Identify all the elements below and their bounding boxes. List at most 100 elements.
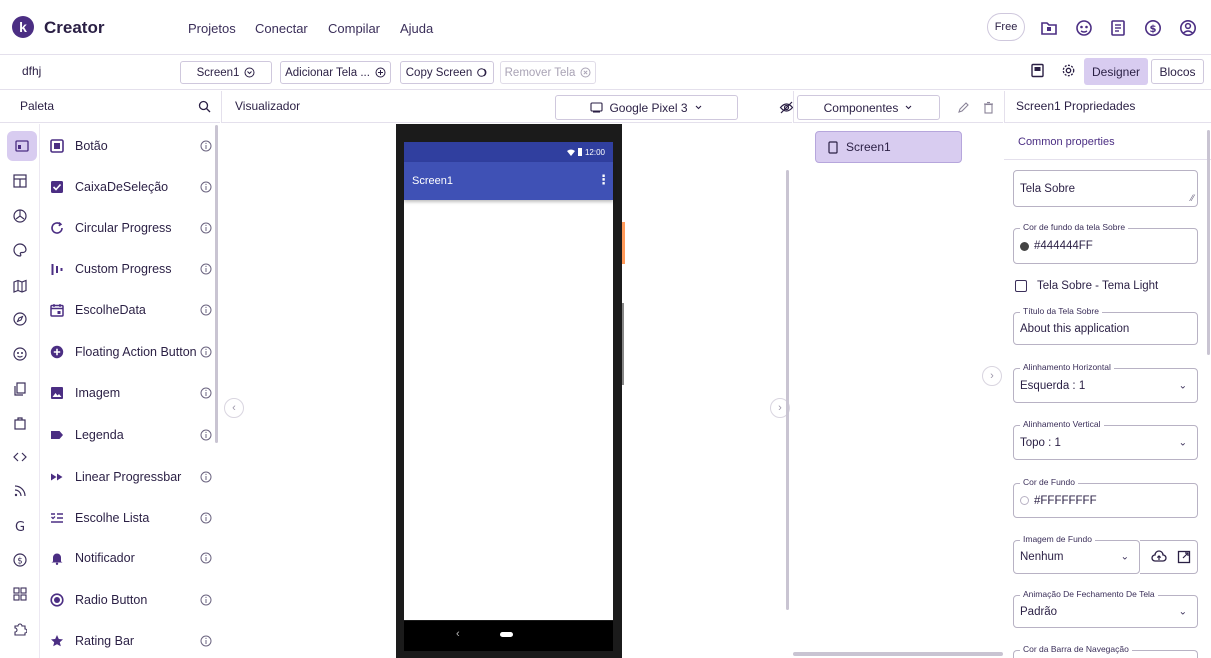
google-category-icon[interactable]: G	[9, 515, 31, 537]
bg-color-field[interactable]: Cor de Fundo #FFFFFFFF	[1013, 477, 1198, 518]
feed-category-icon[interactable]	[9, 480, 31, 502]
info-icon[interactable]	[199, 386, 213, 400]
menu-ajuda[interactable]: Ajuda	[400, 21, 433, 36]
sensors-category-icon[interactable]	[9, 308, 31, 330]
common-properties-link[interactable]: Common properties	[1018, 136, 1115, 148]
rename-pencil-icon[interactable]	[955, 99, 971, 115]
search-icon[interactable]	[196, 98, 212, 114]
palette-item[interactable]: Floating Action Button	[48, 340, 213, 364]
folder-import-icon[interactable]	[1039, 18, 1059, 38]
close-circle-icon	[580, 67, 591, 78]
code-category-icon[interactable]	[9, 446, 31, 468]
brand-name[interactable]: Creator	[44, 18, 104, 38]
expand-properties-icon[interactable]: ›	[982, 366, 1002, 386]
menu-conectar[interactable]: Conectar	[255, 21, 308, 36]
button-icon	[48, 137, 66, 155]
storage-category-icon[interactable]	[9, 378, 31, 400]
phone-screen[interactable]	[404, 142, 613, 620]
palette-item[interactable]: EscolheData	[48, 298, 213, 322]
info-icon[interactable]	[199, 180, 213, 194]
align-vertical-select[interactable]: Alinhamento Vertical Topo : 1 ⌄	[1013, 419, 1198, 460]
plan-badge[interactable]: Free	[987, 13, 1025, 41]
info-icon[interactable]	[199, 262, 213, 276]
palette-category-icon[interactable]	[9, 239, 31, 261]
info-icon[interactable]	[199, 470, 213, 484]
calendar-icon	[48, 301, 66, 319]
star-icon	[48, 632, 66, 650]
palette-item-label: Radio Button	[75, 593, 148, 607]
delete-trash-icon[interactable]	[980, 99, 996, 115]
info-icon[interactable]	[199, 345, 213, 359]
chevron-down-icon	[904, 103, 913, 112]
phone-power-button	[622, 222, 625, 264]
components-dropdown[interactable]: Componentes	[797, 95, 940, 120]
info-icon[interactable]	[199, 303, 213, 317]
layout-category-icon[interactable]	[9, 170, 31, 192]
field-label: Imagem de Fundo	[1020, 534, 1095, 544]
components-horizontal-scrollbar[interactable]	[793, 652, 1003, 656]
social-category-icon[interactable]	[9, 343, 31, 365]
device-select[interactable]: Google Pixel 3	[555, 95, 738, 120]
upload-cloud-icon[interactable]	[1150, 548, 1168, 566]
palette-item[interactable]: Radio Button	[48, 588, 213, 612]
blocks-tab[interactable]: Blocos	[1151, 59, 1204, 84]
palette-item[interactable]: Notificador	[48, 546, 213, 570]
docs-icon[interactable]	[1108, 18, 1128, 38]
maps-category-icon[interactable]	[9, 275, 31, 297]
companion-icon[interactable]	[1074, 18, 1094, 38]
component-tree-item[interactable]: Screen1	[815, 131, 962, 163]
palette-item[interactable]: Circular Progress	[48, 216, 213, 240]
info-icon[interactable]	[199, 593, 213, 607]
extension-category-icon[interactable]	[9, 618, 31, 640]
palette-item[interactable]: Escolhe Lista	[48, 506, 213, 530]
user-interface-category-icon[interactable]	[7, 131, 37, 161]
align-horizontal-select[interactable]: Alinhamento Horizontal Esquerda : 1 ⌄	[1013, 362, 1198, 403]
navbar-color-field[interactable]: Cor da Barra de Navegação	[1013, 644, 1198, 658]
open-external-icon[interactable]	[1175, 548, 1193, 566]
palette-scrollbar[interactable]	[215, 125, 218, 443]
info-icon[interactable]	[199, 139, 213, 153]
palette-item[interactable]: Imagem	[48, 381, 213, 405]
phone-app-bar: Screen1	[404, 162, 613, 200]
screen-select[interactable]: Screen1	[180, 61, 272, 84]
viewer-scrollbar[interactable]	[786, 170, 789, 610]
account-icon[interactable]	[1178, 18, 1198, 38]
info-icon[interactable]	[199, 511, 213, 525]
media-category-icon[interactable]	[9, 205, 31, 227]
light-theme-checkbox[interactable]	[1015, 280, 1027, 292]
dollar-icon[interactable]: $	[1143, 18, 1163, 38]
palette-item[interactable]: Custom Progress	[48, 257, 213, 281]
linear-progress-icon	[48, 468, 66, 486]
remove-screen-button[interactable]: Remover Tela	[500, 61, 596, 84]
about-bg-color-field[interactable]: Cor de fundo da tela Sobre #444444FF	[1013, 222, 1198, 264]
about-title-field[interactable]: Título da Tela Sobre About this applicat…	[1013, 306, 1198, 345]
menu-compilar[interactable]: Compilar	[328, 21, 380, 36]
copy-screen-button[interactable]: Copy Screen	[400, 61, 494, 84]
monetization-category-icon[interactable]: $	[9, 549, 31, 571]
palette-item[interactable]: Botão	[48, 134, 213, 158]
field-label: Cor de Fundo	[1020, 477, 1078, 487]
palette-item[interactable]: CaixaDeSeleção	[48, 175, 213, 199]
info-icon[interactable]	[199, 551, 213, 565]
add-screen-button[interactable]: Adicionar Tela ...	[280, 61, 391, 84]
palette-item[interactable]: Legenda	[48, 423, 213, 447]
close-animation-select[interactable]: Animação De Fechamento De Tela Padrão ⌄	[1013, 589, 1198, 628]
info-icon[interactable]	[199, 428, 213, 442]
apps-category-icon[interactable]	[9, 583, 31, 605]
info-icon[interactable]	[199, 634, 213, 648]
about-screen-textarea[interactable]: Tela Sobre ⁄⁄	[1013, 170, 1198, 207]
resize-handle-icon[interactable]: ⁄⁄	[1191, 193, 1194, 203]
collapse-left-icon[interactable]: ‹	[224, 398, 244, 418]
properties-scrollbar[interactable]	[1207, 130, 1210, 355]
overflow-menu-icon[interactable]: ⋮	[597, 172, 610, 188]
info-icon[interactable]	[199, 221, 213, 235]
palette-item[interactable]: Linear Progressbar	[48, 465, 213, 489]
connectivity-category-icon[interactable]	[9, 412, 31, 434]
preview-icon[interactable]	[1028, 61, 1046, 79]
settings-gear-icon[interactable]	[1059, 61, 1077, 79]
brand-logo[interactable]: k	[12, 16, 34, 38]
bg-image-select[interactable]: Imagem de Fundo Nenhum ⌄	[1013, 534, 1140, 574]
palette-item[interactable]: Rating Bar	[48, 629, 213, 653]
menu-projetos[interactable]: Projetos	[188, 21, 236, 36]
designer-tab[interactable]: Designer	[1084, 58, 1148, 85]
